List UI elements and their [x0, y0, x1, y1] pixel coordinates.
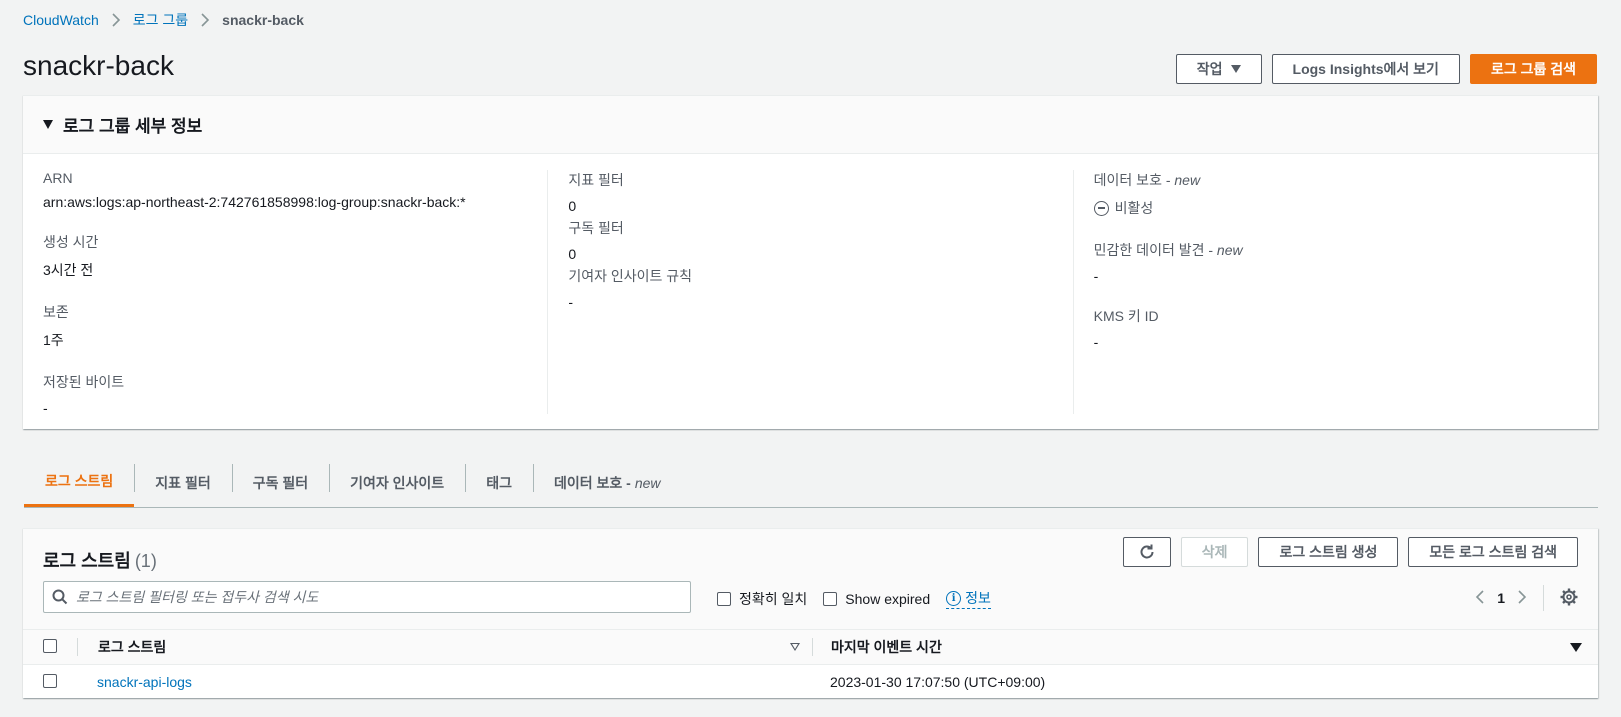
- log-group-details-panel: 로그 그룹 세부 정보 ARN arn:aws:logs:ap-northeas…: [23, 95, 1598, 429]
- refresh-icon: [1140, 544, 1154, 559]
- sort-descending-icon: [1570, 642, 1582, 652]
- tab-contributor-insights[interactable]: 기여자 인사이트: [329, 458, 465, 507]
- breadcrumb: CloudWatch 로그 그룹 snackr-back: [23, 10, 304, 30]
- table-header: 로그 스트림 마지막 이벤트 시간: [23, 629, 1598, 665]
- data-protection-value: 비활성: [1114, 200, 1154, 216]
- kms-key-label: KMS 키 ID: [1093, 308, 1159, 324]
- data-protection-status: 비활성: [1093, 198, 1578, 218]
- stored-bytes-value: -: [43, 400, 48, 416]
- select-all-checkbox[interactable]: [43, 638, 57, 653]
- chevron-right-icon[interactable]: [1517, 589, 1527, 608]
- arn-value: arn:aws:logs:ap-northeast-2:742761858998…: [43, 194, 466, 210]
- chevron-right-icon: [111, 13, 121, 27]
- data-protection-label: 데이터 보호 - new: [1093, 172, 1201, 188]
- retention-value: 1주: [43, 332, 64, 348]
- info-link[interactable]: i 정보: [946, 588, 991, 609]
- breadcrumb-link-log-groups[interactable]: 로그 그룹: [133, 10, 188, 30]
- log-stream-search-input[interactable]: [76, 589, 690, 605]
- streams-actions: 삭제 로그 스트림 생성 모든 로그 스트림 검색: [1122, 537, 1578, 567]
- tab-tags[interactable]: 태그: [465, 458, 533, 507]
- search-log-group-button[interactable]: 로그 그룹 검색: [1469, 54, 1597, 84]
- arn-label: ARN: [43, 170, 73, 186]
- subscription-filter-value: 0: [568, 246, 577, 262]
- sensitive-data-value: -: [1093, 268, 1099, 284]
- log-stream-search: [43, 581, 691, 613]
- view-in-logs-insights-button[interactable]: Logs Insights에서 보기: [1271, 54, 1460, 84]
- show-expired-option[interactable]: Show expired: [823, 591, 930, 607]
- details-title: 로그 그룹 세부 정보: [63, 117, 203, 136]
- contributor-insights-value: -: [568, 294, 573, 310]
- created-label: 생성 시간: [43, 234, 99, 250]
- details-column-1: ARN arn:aws:logs:ap-northeast-2:74276185…: [23, 170, 549, 416]
- delete-button[interactable]: 삭제: [1180, 537, 1249, 567]
- log-streams-title: 로그 스트림 (1): [43, 551, 157, 571]
- actions-dropdown-button[interactable]: 작업: [1175, 54, 1262, 84]
- created-value: 3시간 전: [43, 262, 94, 278]
- info-icon: i: [946, 590, 962, 606]
- show-expired-label: Show expired: [845, 590, 931, 607]
- log-streams-count: (1): [134, 551, 157, 571]
- breadcrumb-link-cloudwatch[interactable]: CloudWatch: [23, 12, 99, 28]
- refresh-button[interactable]: [1122, 537, 1171, 567]
- contributor-insights-label: 기여자 인사이트 규칙: [568, 268, 693, 284]
- divider: [1543, 585, 1544, 611]
- log-stream-link[interactable]: snackr-api-logs: [97, 674, 192, 690]
- subscription-filter-label: 구독 필터: [568, 220, 624, 236]
- details-column-2: 지표 필터 0 구독 필터 0 기여자 인사이트 규칙 -: [548, 170, 1074, 414]
- column-header-log-stream[interactable]: 로그 스트림: [78, 637, 812, 657]
- last-event-time: 2023-01-30 17:07:50 (UTC+09:00): [830, 674, 1046, 690]
- gear-icon[interactable]: [1560, 588, 1578, 609]
- actions-label: 작업: [1196, 61, 1223, 77]
- column-header-last-event-time[interactable]: 마지막 이벤트 시간: [813, 637, 1598, 657]
- tab-log-streams[interactable]: 로그 스트림: [24, 458, 135, 507]
- page-title: snackr-back: [23, 50, 174, 81]
- kms-key-value: -: [1093, 334, 1099, 350]
- header-actions: 작업 Logs Insights에서 보기 로그 그룹 검색: [1175, 54, 1597, 84]
- search-icon: [52, 589, 68, 605]
- tabs: 로그 스트림 지표 필터 구독 필터 기여자 인사이트 태그 데이터 보호 -n…: [24, 458, 1598, 508]
- retention-label: 보존: [43, 304, 69, 320]
- tab-metric-filters[interactable]: 지표 필터: [134, 458, 231, 507]
- details-column-3: 데이터 보호 - new 비활성 민감한 데이터 발견 - new - KMS …: [1074, 170, 1598, 414]
- sensitive-data-label: 민감한 데이터 발견 - new: [1093, 242, 1243, 258]
- create-log-stream-button[interactable]: 로그 스트림 생성: [1258, 537, 1399, 567]
- show-expired-checkbox[interactable]: [823, 591, 838, 606]
- search-all-log-streams-button[interactable]: 모든 로그 스트림 검색: [1408, 537, 1578, 567]
- metric-filter-value: 0: [568, 198, 577, 214]
- caret-down-icon: [43, 120, 53, 129]
- metric-filter-label: 지표 필터: [568, 172, 624, 188]
- caret-down-icon: [1230, 65, 1241, 73]
- stored-bytes-label: 저장된 바이트: [43, 374, 125, 390]
- chevron-left-icon[interactable]: [1475, 589, 1485, 608]
- breadcrumb-current: snackr-back: [222, 12, 304, 28]
- pagination: 1: [1475, 585, 1578, 611]
- table-row: snackr-api-logs 2023-01-30 17:07:50 (UTC…: [23, 665, 1598, 699]
- tab-subscription-filters[interactable]: 구독 필터: [231, 458, 329, 507]
- tab-data-protection[interactable]: 데이터 보호 - new: [532, 458, 682, 507]
- log-streams-panel: 로그 스트림 (1) 삭제 로그 스트림 생성 모든 로그 스트림 검색 로그 …: [23, 528, 1598, 698]
- sort-icon: [790, 643, 800, 651]
- exact-match-checkbox[interactable]: [717, 591, 731, 606]
- details-header[interactable]: 로그 그룹 세부 정보: [23, 96, 1598, 154]
- minus-circle-icon: [1093, 200, 1109, 216]
- exact-match-label: 정확히 일치: [739, 590, 808, 607]
- row-checkbox[interactable]: [43, 673, 57, 688]
- current-page-number[interactable]: 1: [1497, 590, 1505, 606]
- exact-match-option[interactable]: 정확히 일치: [717, 589, 807, 609]
- chevron-right-icon: [200, 13, 210, 27]
- search-filters: 정확히 일치 Show expired i 정보: [717, 588, 991, 609]
